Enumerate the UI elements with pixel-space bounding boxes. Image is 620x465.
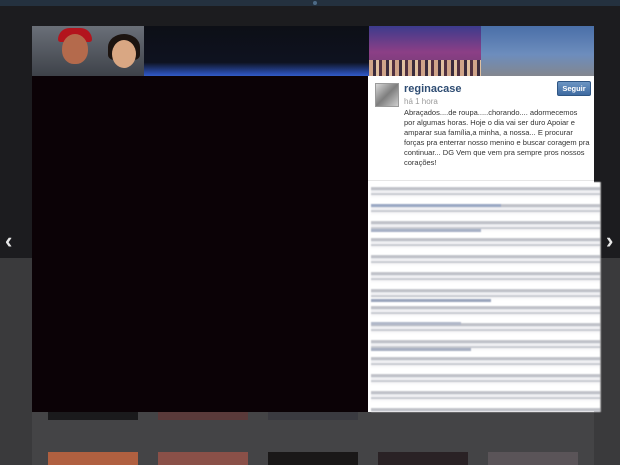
comments-list-blurred [371, 182, 601, 412]
gallery-thumbnail[interactable] [48, 452, 138, 465]
post-photo[interactable] [32, 76, 368, 412]
post-caption: Abraçados....de roupa.....chorando.... a… [404, 108, 590, 167]
face-shape [62, 34, 88, 64]
blurred-comment-row [371, 204, 501, 207]
post-time: há 1 hora [404, 97, 438, 106]
gallery-thumbnail[interactable] [378, 452, 468, 465]
gallery-thumbnail[interactable] [488, 452, 578, 465]
header-photo [481, 26, 594, 78]
follow-button[interactable]: Seguir [557, 81, 591, 96]
gallery-thumbnail[interactable] [158, 452, 248, 465]
blurred-comment-row [371, 322, 461, 325]
header-photo [369, 26, 481, 78]
gallery-thumbnail[interactable] [158, 412, 248, 420]
previous-arrow-icon[interactable]: ‹ [5, 229, 12, 253]
gallery-thumbnail[interactable] [268, 452, 358, 465]
header-photo [32, 26, 144, 78]
face-shape [112, 40, 136, 68]
gallery-thumbnail[interactable] [48, 412, 138, 420]
blurred-comment-row [371, 348, 471, 351]
next-arrow-icon[interactable]: › [606, 229, 613, 253]
gallery-thumbnail[interactable] [268, 412, 358, 420]
header-photo [144, 26, 369, 78]
avatar[interactable] [375, 83, 399, 107]
top-bar-indicator [313, 1, 317, 5]
post-username[interactable]: reginacase [404, 83, 461, 95]
divider [368, 180, 594, 181]
blurred-comment-row [371, 299, 491, 302]
blurred-comment-row [371, 229, 481, 232]
header-photo-strip [32, 26, 594, 78]
